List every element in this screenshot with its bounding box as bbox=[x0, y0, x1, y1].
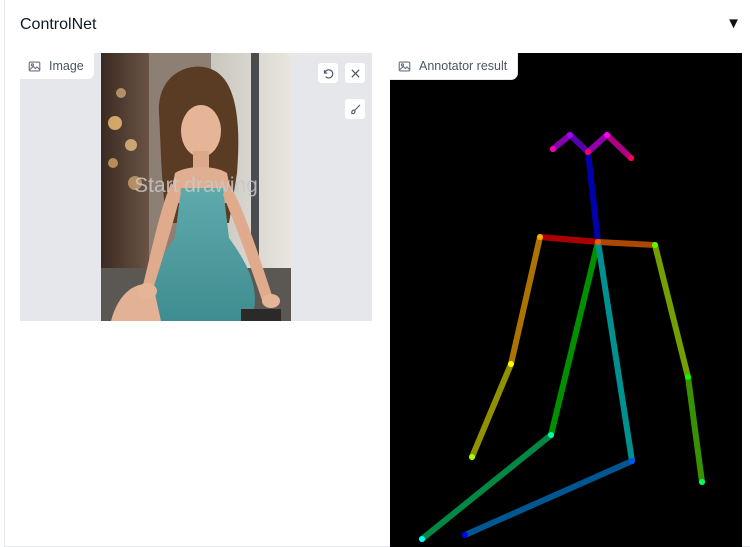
controlnet-accordion-header[interactable]: ControlNet ▼ bbox=[5, 0, 750, 50]
clear-button[interactable] bbox=[344, 62, 366, 84]
pose-limb-eye-ear-right bbox=[550, 132, 573, 152]
pose-joint-left-wrist bbox=[699, 479, 705, 485]
pose-limb-left-upper-arm bbox=[652, 242, 691, 380]
pose-joint-left-elbow bbox=[685, 374, 691, 380]
pose-joint-left-ankle bbox=[462, 532, 468, 538]
image-label: Image bbox=[20, 53, 95, 80]
pose-joint-right-knee bbox=[548, 432, 554, 438]
image-label-text: Image bbox=[49, 59, 84, 73]
pose-joint-right-ear bbox=[550, 146, 556, 152]
pose-limb-left-knee bbox=[462, 458, 635, 538]
start-drawing-hint: Start drawing bbox=[134, 174, 258, 197]
brush-icon bbox=[350, 104, 360, 114]
pose-limb-nose-eye-left bbox=[585, 132, 610, 155]
panel-title: ControlNet bbox=[20, 16, 97, 33]
pose-joint-nose bbox=[585, 149, 591, 155]
pose-limb-right-forearm bbox=[469, 361, 514, 460]
pose-joint-left-shoulder bbox=[652, 242, 658, 248]
undo-icon bbox=[323, 68, 333, 79]
annotator-result-label: Annotator result bbox=[390, 53, 519, 80]
pose-joint-right-elbow bbox=[508, 361, 514, 367]
image-input-canvas[interactable]: Image Start drawing bbox=[20, 53, 372, 321]
close-icon bbox=[350, 68, 360, 78]
annotator-result-label-text: Annotator result bbox=[419, 59, 508, 73]
triangle-down-icon[interactable]: ▼ bbox=[726, 16, 741, 31]
undo-button[interactable] bbox=[317, 62, 339, 84]
pose-joint-left-eye bbox=[604, 132, 610, 138]
pose-limb-left-hip bbox=[595, 239, 635, 464]
pose-joint-left-ear bbox=[628, 155, 634, 161]
image-icon bbox=[398, 60, 411, 72]
pose-limb-nose-eye-right bbox=[567, 132, 591, 155]
pose-limb-right-shoulder bbox=[537, 234, 601, 245]
openpose-skeleton bbox=[419, 132, 705, 542]
pose-joint-left-knee bbox=[629, 458, 635, 464]
brush-button[interactable] bbox=[344, 98, 366, 120]
pose-limb-neck bbox=[585, 149, 601, 245]
pose-joint-right-eye bbox=[567, 132, 573, 138]
image-icon bbox=[28, 60, 41, 72]
pose-joint-right-wrist bbox=[469, 454, 475, 460]
pose-limb-left-shoulder bbox=[595, 239, 658, 248]
pose-joint-right-ankle bbox=[419, 536, 425, 542]
pose-joint-neck bbox=[595, 239, 601, 245]
pose-limb-right-hip bbox=[548, 239, 601, 438]
annotator-result-canvas: Annotator result bbox=[390, 53, 742, 547]
pose-limb-eye-ear-left bbox=[604, 132, 634, 161]
pose-joint-right-shoulder bbox=[537, 234, 543, 240]
controlnet-panel: ControlNet ▼ Image Start drawing Annotat… bbox=[4, 0, 750, 547]
pose-limb-right-upper-arm bbox=[508, 234, 543, 367]
pose-limb-left-forearm bbox=[685, 374, 705, 485]
